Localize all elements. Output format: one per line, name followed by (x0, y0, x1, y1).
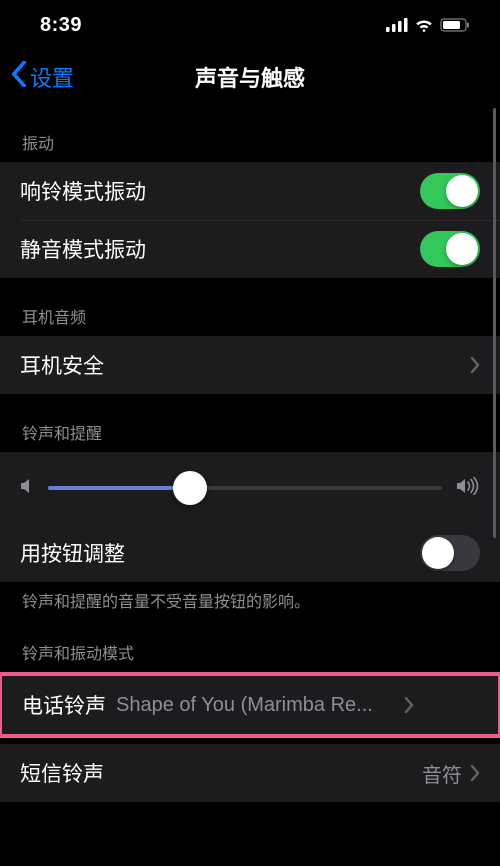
chevron-right-icon (470, 765, 480, 781)
toggle-vibrate-on-ring[interactable] (420, 173, 480, 209)
section-header-patterns: 铃声和振动模式 (0, 614, 500, 672)
toggle-change-with-buttons[interactable] (420, 535, 480, 571)
settings-scroll[interactable]: 振动 响铃模式振动 静音模式振动 耳机音频 耳机安全 铃声和提醒 (0, 104, 500, 866)
row-label: 短信铃声 (20, 758, 422, 788)
chevron-right-icon (404, 697, 414, 713)
section-header-vibration: 振动 (0, 104, 500, 162)
battery-icon (440, 18, 470, 32)
highlight-annotation: 电话铃声 Shape of You (Marimba Re... (0, 672, 500, 738)
slider-track-fill (48, 486, 190, 490)
row-value: Shape of You (Marimba Re... (116, 694, 396, 717)
group-ringer: 用按钮调整 (0, 452, 500, 582)
slider-knob[interactable] (173, 471, 207, 505)
toggle-knob (422, 537, 454, 569)
status-time: 8:39 (40, 14, 82, 37)
row-vibrate-on-ring[interactable]: 响铃模式振动 (0, 162, 500, 220)
row-headphone-safety[interactable]: 耳机安全 (0, 336, 500, 394)
row-label: 用按钮调整 (20, 538, 420, 568)
back-label: 设置 (30, 61, 74, 93)
row-label: 静音模式振动 (20, 234, 420, 264)
row-vibrate-on-silent[interactable]: 静音模式振动 (0, 220, 500, 278)
status-bar: 8:39 (0, 0, 500, 50)
section-header-headphone: 耳机音频 (0, 278, 500, 336)
section-header-ringer: 铃声和提醒 (0, 394, 500, 452)
toggle-knob (446, 175, 478, 207)
scroll-indicator[interactable] (493, 108, 496, 538)
status-indicators (386, 18, 470, 32)
volume-low-icon (20, 477, 34, 500)
group-headphone: 耳机安全 (0, 336, 500, 394)
row-label: 耳机安全 (20, 350, 462, 380)
row-ringtone[interactable]: 电话铃声 Shape of You (Marimba Re... (2, 676, 498, 734)
row-text-tone[interactable]: 短信铃声 音符 (0, 744, 500, 802)
row-volume-slider (0, 452, 500, 524)
chevron-left-icon (10, 61, 28, 93)
toggle-vibrate-on-silent[interactable] (420, 231, 480, 267)
page-title: 声音与触感 (0, 61, 500, 93)
section-footer-ringer: 铃声和提醒的音量不受音量按钮的影响。 (0, 582, 500, 614)
row-value: 音符 (422, 759, 462, 788)
volume-slider[interactable] (48, 470, 442, 506)
back-button[interactable]: 设置 (10, 61, 74, 93)
volume-high-icon (456, 477, 480, 500)
group-vibration: 响铃模式振动 静音模式振动 (0, 162, 500, 278)
toggle-knob (446, 233, 478, 265)
group-patterns-rest: 短信铃声 音符 (0, 744, 500, 802)
wifi-icon (414, 18, 434, 32)
row-label: 响铃模式振动 (20, 176, 420, 206)
cellular-icon (386, 18, 408, 32)
nav-bar: 设置 声音与触感 (0, 50, 500, 104)
chevron-right-icon (470, 357, 480, 373)
row-label: 电话铃声 (22, 690, 106, 720)
row-change-with-buttons[interactable]: 用按钮调整 (0, 524, 500, 582)
